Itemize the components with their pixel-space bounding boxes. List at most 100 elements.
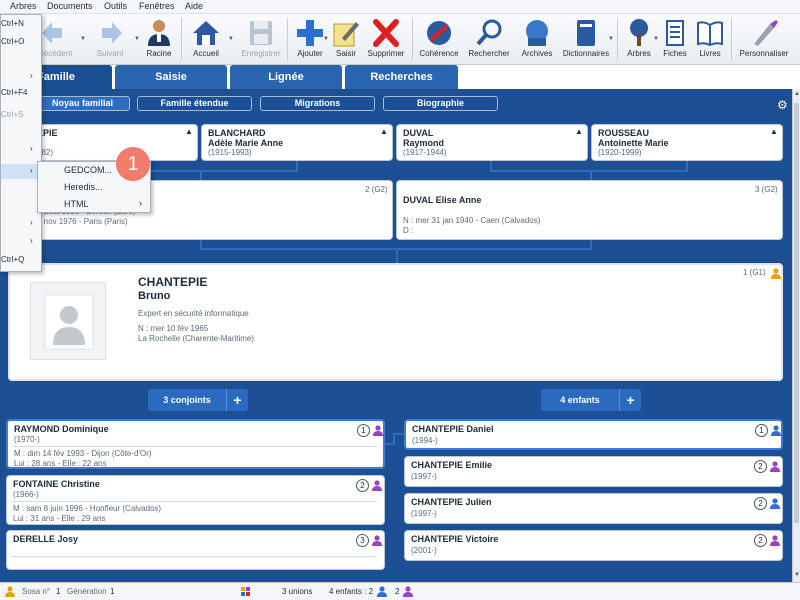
menu-fenetres[interactable]: Fenêtres	[139, 1, 175, 11]
records-label: Fiches	[663, 49, 687, 58]
root-person-icon	[148, 20, 170, 46]
edit-button[interactable]: Saisir	[330, 16, 362, 62]
submenu-arrow-icon[interactable]: ›	[30, 71, 33, 80]
portrait-placeholder[interactable]	[30, 282, 106, 360]
trees-button[interactable]: Arbres	[622, 16, 656, 62]
gear-icon[interactable]: ⚙	[777, 98, 788, 112]
home-button[interactable]: Accueil	[186, 16, 226, 62]
mother-card[interactable]: 3 (G2) DUVAL Elise Anne N : mer 31 jan 1…	[396, 180, 783, 240]
subtab-biographie[interactable]: Biographie	[383, 96, 498, 111]
spouse-card[interactable]: FONTAINE Christine (1966-) M : sam 8 jui…	[6, 475, 385, 525]
books-button[interactable]: Livres	[693, 16, 727, 62]
scroll-up-icon[interactable]: ▲	[793, 91, 800, 97]
children-button[interactable]: 4 enfants +	[541, 389, 641, 411]
coherence-button[interactable]: Cohérence	[417, 16, 461, 62]
female-person-icon	[770, 461, 780, 472]
submenu-arrow-icon[interactable]: ›	[139, 198, 142, 208]
add-child-icon[interactable]: +	[619, 389, 641, 411]
submenu-item-gedcom[interactable]: GEDCOM...	[64, 165, 112, 175]
home-icon	[193, 21, 219, 45]
toolbar-separator	[287, 18, 288, 60]
spouse-dates: (1970-)	[14, 435, 40, 444]
add-button[interactable]: Ajouter	[293, 16, 327, 62]
spouse-card[interactable]: RAYMOND Dominique (1970-) M : dim 14 fév…	[6, 419, 385, 469]
expand-triangle-icon[interactable]: ▲	[380, 127, 388, 136]
scroll-down-icon[interactable]: ▼	[793, 572, 800, 578]
submenu-arrow-icon[interactable]: ›	[30, 166, 33, 175]
child-card[interactable]: CHANTEPIE Julien (1997-) 2	[404, 493, 783, 524]
union-number: 2	[356, 479, 369, 492]
child-dates: (1997-)	[411, 509, 437, 518]
child-name: CHANTEPIE Emilie	[411, 460, 493, 470]
submenu-item-html[interactable]: HTML	[64, 199, 89, 209]
menu-item-open-shortcut[interactable]: Ctrl+O	[1, 37, 24, 46]
search-button[interactable]: Rechercher	[464, 16, 514, 62]
connector-line	[200, 170, 202, 180]
customize-button[interactable]: Personnaliser	[736, 16, 792, 62]
submenu-item-heredis[interactable]: Heredis...	[64, 182, 103, 192]
main-person-card[interactable]: 1 (G1) CHANTEPIE Bruno Expert en sécurit…	[8, 263, 783, 381]
expand-triangle-icon[interactable]: ▲	[575, 127, 583, 136]
save-button[interactable]: Enregistrer	[238, 16, 284, 62]
child-card[interactable]: CHANTEPIE Victoire (2001-) 2	[404, 530, 783, 561]
archives-button[interactable]: Archives	[516, 16, 558, 62]
children-count-status: 4 enfants : 2	[329, 587, 374, 596]
avatar-icon	[44, 294, 94, 350]
child-card[interactable]: CHANTEPIE Emilie (1997-) 2	[404, 456, 783, 487]
expand-triangle-icon[interactable]: ▲	[185, 127, 193, 136]
add-dropdown-icon[interactable]: ▼	[323, 36, 329, 42]
unions-icon	[241, 587, 250, 596]
sosa-value: 1	[56, 587, 61, 596]
union-number: 2	[754, 497, 767, 510]
dictionaries-button[interactable]: Dictionnaires	[560, 16, 612, 62]
male-person-icon	[377, 586, 387, 597]
forward-button[interactable]: Suivant	[86, 16, 134, 62]
menu-item-save-shortcut[interactable]: Ctrl+S	[1, 110, 23, 119]
submenu-arrow-icon[interactable]: ›	[30, 144, 33, 153]
scroll-thumb[interactable]	[794, 103, 799, 523]
root-button[interactable]: Racine	[140, 16, 178, 62]
menu-arbres[interactable]: Arbres	[10, 1, 37, 11]
child-name: CHANTEPIE Julien	[411, 497, 492, 507]
tab-lignee[interactable]: Lignée	[230, 65, 342, 89]
menu-outils[interactable]: Outils	[104, 1, 127, 11]
expand-triangle-icon[interactable]: ▲	[770, 127, 778, 136]
menu-documents[interactable]: Documents	[47, 1, 93, 11]
root-person-icon	[5, 586, 15, 597]
grandparent-card-2[interactable]: BLANCHARD Adèle Marie Anne (1915-1993) ▲	[201, 124, 393, 161]
delete-icon	[373, 19, 399, 47]
grandparent-card-3[interactable]: DUVAL Raymond (1917-1944) ▲	[396, 124, 588, 161]
records-button[interactable]: Fiches	[659, 16, 691, 62]
submenu-arrow-icon[interactable]: ›	[30, 218, 33, 227]
menu-item-new-shortcut[interactable]: Ctrl+N	[1, 19, 24, 28]
spouse-name: RAYMOND Dominique	[14, 424, 109, 434]
child-dates: (1997-)	[411, 472, 437, 481]
spouses-button[interactable]: 3 conjoints +	[148, 389, 248, 411]
person-dates: (1920-1999)	[598, 148, 642, 157]
tab-saisie[interactable]: Saisie	[115, 65, 227, 89]
subtab-famille-etendue[interactable]: Famille étendue	[137, 96, 252, 111]
home-dropdown-icon[interactable]: ▼	[228, 36, 234, 42]
connector-line	[590, 170, 592, 180]
status-bar: Sosa n° 1 Génération 1 3 unions 4 enfant…	[0, 582, 800, 600]
child-card[interactable]: CHANTEPIE Daniel (1994-) 1	[404, 419, 783, 450]
toolbar-separator	[412, 18, 413, 60]
mother-name: DUVAL Elise Anne	[403, 195, 482, 205]
submenu-arrow-icon[interactable]: ›	[30, 236, 33, 245]
callout-badge: 1	[116, 147, 150, 181]
menu-item-close-shortcut[interactable]: Ctrl+F4	[1, 88, 27, 97]
tab-recherches[interactable]: Recherches	[345, 65, 458, 89]
delete-button[interactable]: Supprimer	[365, 16, 407, 62]
dictionaries-label: Dictionnaires	[562, 49, 610, 58]
toolbar-separator	[617, 18, 618, 60]
dictionaries-dropdown-icon[interactable]: ▼	[608, 36, 614, 42]
export-menu-item[interactable]	[1, 164, 41, 179]
menu-item-quit-shortcut[interactable]: Ctrl+Q	[1, 255, 24, 264]
spouse-card[interactable]: DERELLE Josy 3	[6, 530, 385, 570]
menu-aide[interactable]: Aide	[185, 1, 203, 11]
subtab-noyau-familial[interactable]: Noyau familial	[35, 96, 130, 111]
add-spouse-icon[interactable]: +	[226, 389, 248, 411]
subtab-migrations[interactable]: Migrations	[260, 96, 375, 111]
grandparent-card-4[interactable]: ROUSSEAU Antoinette Marie (1920-1999) ▲	[591, 124, 783, 161]
vertical-scrollbar[interactable]: ▲ ▼	[792, 89, 800, 582]
